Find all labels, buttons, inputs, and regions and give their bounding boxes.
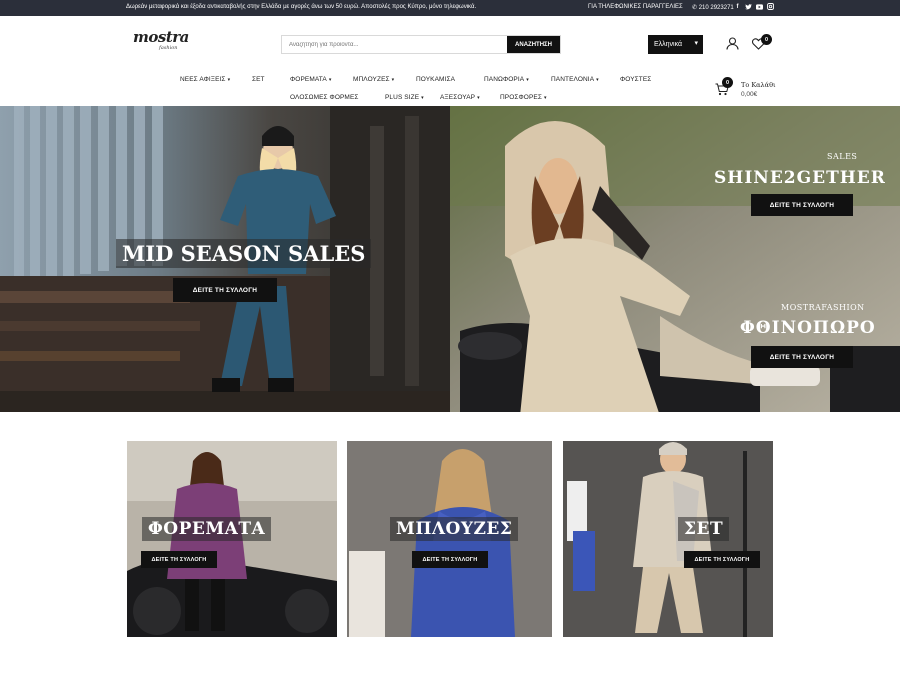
hero-right-bottom-subtitle: MOSTRAFASHION xyxy=(781,303,865,312)
category-blouses-title: ΜΠΛΟΥΖΕΣ xyxy=(390,517,519,541)
hero-banner-right[interactable]: SALES SHINE2GETHER ΔΕΙΤΕ ΤΗ ΣΥΛΛΟΓΗ MOST… xyxy=(450,106,900,412)
phone-orders-label: ΓΙΑ ΤΗΛΕΦΩΝΙΚΕΣ ΠΑΡΑΓΓΕΛΙΕΣ xyxy=(588,4,683,10)
category-set-cta-button[interactable]: ΔΕΙΤΕ ΤΗ ΣΥΛΛΟΓΗ xyxy=(684,551,760,568)
category-card-blouses[interactable]: ΜΠΛΟΥΖΕΣ ΔΕΙΤΕ ΤΗ ΣΥΛΛΟΓΗ xyxy=(347,441,557,637)
chevron-down-icon: ▾ xyxy=(477,95,480,101)
facebook-icon[interactable]: f xyxy=(734,3,741,10)
language-select[interactable]: Ελληνικά ▾ xyxy=(648,35,703,54)
instagram-icon[interactable] xyxy=(767,3,774,10)
chevron-down-icon: ▾ xyxy=(391,77,395,83)
chevron-down-icon: ▾ xyxy=(526,77,529,83)
phone-number[interactable]: ✆ 210 2923271 xyxy=(692,4,734,11)
hero-right-top-subtitle: SALES xyxy=(827,152,858,161)
hero-right-bottom-title: ΦΘΙΝΟΠΩΡΟ xyxy=(740,318,876,338)
language-value: Ελληνικά xyxy=(654,41,683,48)
category-set-image xyxy=(563,441,773,637)
nav-jackets[interactable]: ΠΑΝΩΦΟΡΙΑ ▾ xyxy=(484,76,529,83)
category-dresses-cta-button[interactable]: ΔΕΙΤΕ ΤΗ ΣΥΛΛΟΓΗ xyxy=(141,551,217,568)
shipping-message: Δωρεάν μεταφορικά και έξοδα αντικαταβολή… xyxy=(126,4,477,10)
cart-count-badge: 0 xyxy=(722,77,733,88)
search-button[interactable]: ΑΝΑΖΗΤΗΣΗ xyxy=(507,36,560,53)
category-dresses-title: ΦΟΡΕΜΑΤΑ xyxy=(142,517,272,541)
nav-plus-size[interactable]: PLUS SIZE ▾ xyxy=(385,94,424,101)
hero-right-top-title: SHINE2GETHER xyxy=(714,168,886,188)
announcement-bar: Δωρεάν μεταφορικά και έξοδα αντικαταβολή… xyxy=(0,0,900,16)
cart-total: 0,00€ xyxy=(741,91,758,98)
search-input[interactable] xyxy=(282,36,507,53)
nav-set[interactable]: ΣΕΤ xyxy=(252,76,265,83)
hero-right-bottom-cta-button[interactable]: ΔΕΙΤΕ ΤΗ ΣΥΛΛΟΓΗ xyxy=(751,346,853,368)
hero-left-cta-button[interactable]: ΔΕΙΤΕ ΤΗ ΣΥΛΛΟΓΗ xyxy=(173,278,277,302)
search-bar: ΑΝΑΖΗΤΗΣΗ xyxy=(281,35,561,54)
wishlist-count-badge: 0 xyxy=(761,34,772,45)
logo-sub: fashion xyxy=(159,45,178,51)
hero-banner-left[interactable]: MID SEASON SALES ΔΕΙΤΕ ΤΗ ΣΥΛΛΟΓΗ xyxy=(0,106,450,412)
social-links: f xyxy=(734,3,774,10)
category-card-dresses[interactable]: ΦΟΡΕΜΑΤΑ ΔΕΙΤΕ ΤΗ ΣΥΛΛΟΓΗ xyxy=(127,441,337,637)
youtube-icon[interactable] xyxy=(756,3,763,10)
twitter-icon[interactable] xyxy=(745,3,752,10)
nav-jumpsuits[interactable]: ΟΛΟΣΩΜΕΣ ΦΟΡΜΕΣ xyxy=(290,94,359,101)
nav-dresses[interactable]: ΦΟΡΕΜΑΤΑ ▾ xyxy=(290,76,331,83)
nav-shirts[interactable]: ΠΟΥΚΑΜΙΣΑ xyxy=(416,76,455,83)
nav-trousers[interactable]: ΠΑΝΤΕΛΟΝΙΑ ▾ xyxy=(551,76,599,83)
phone-icon: ✆ xyxy=(692,5,698,11)
chevron-down-icon: ▾ xyxy=(227,77,231,83)
nav-blouses[interactable]: ΜΠΛΟΥΖΕΣ ▾ xyxy=(353,76,394,83)
chevron-down-icon: ▾ xyxy=(596,77,599,83)
nav-accessories[interactable]: ΑΞΕΣΟΥΑΡ ▾ xyxy=(440,94,480,101)
site-logo[interactable]: mostra fashion xyxy=(133,30,193,56)
chevron-down-icon: ▾ xyxy=(328,77,332,83)
chevron-down-icon: ▾ xyxy=(694,40,698,47)
nav-skirts[interactable]: ΦΟΥΣΤΕΣ xyxy=(620,76,651,83)
logo-word: mostra xyxy=(133,28,189,46)
cart-label[interactable]: Το Καλάθι xyxy=(741,81,776,89)
category-blouses-cta-button[interactable]: ΔΕΙΤΕ ΤΗ ΣΥΛΛΟΓΗ xyxy=(412,551,488,568)
category-set-title: ΣΕΤ xyxy=(678,517,730,541)
nav-offers[interactable]: ΠΡΟΣΦΟΡΕΣ ▾ xyxy=(500,94,547,101)
nav-new-arrivals[interactable]: ΝΕΕΣ ΑΦΙΞΕΙΣ ▾ xyxy=(180,76,230,83)
category-card-set[interactable]: ΣΕΤ ΔΕΙΤΕ ΤΗ ΣΥΛΛΟΓΗ xyxy=(563,441,773,637)
hero-left-title: MID SEASON SALES xyxy=(116,239,372,268)
hero-right-top-cta-button[interactable]: ΔΕΙΤΕ ΤΗ ΣΥΛΛΟΓΗ xyxy=(751,194,853,216)
chevron-down-icon: ▾ xyxy=(421,95,424,101)
chevron-down-icon: ▾ xyxy=(543,95,547,101)
user-account-icon[interactable] xyxy=(726,37,739,50)
